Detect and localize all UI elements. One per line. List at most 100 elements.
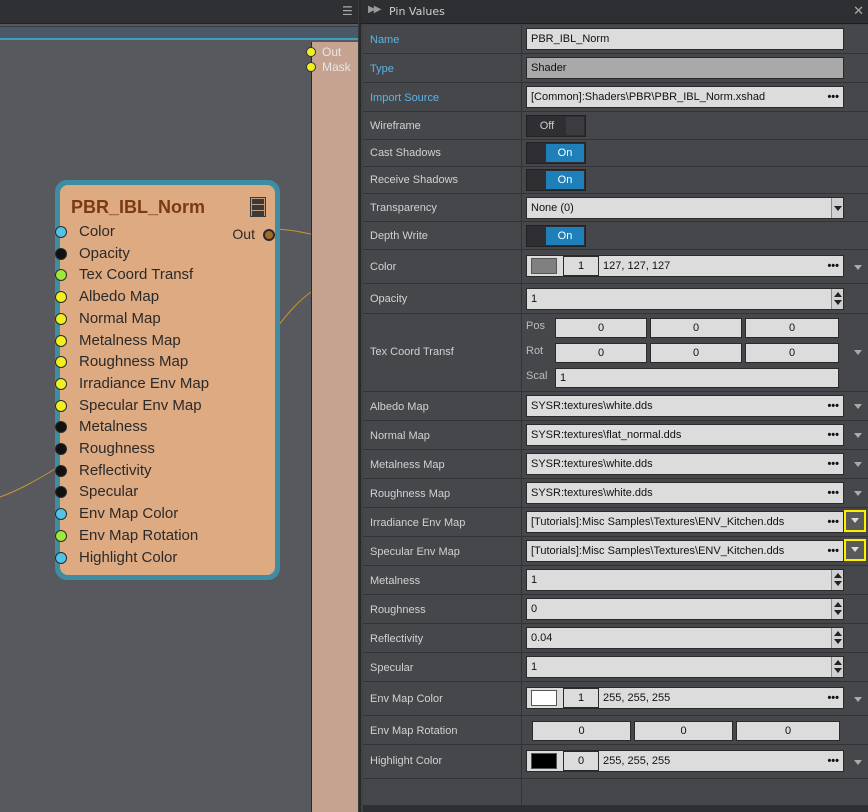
opacity-input[interactable]: 1 (526, 288, 844, 310)
browse-icon[interactable]: ••• (827, 425, 839, 445)
node-graph-canvas[interactable]: ☰ Out Mask PBR_IBL_Norm Out Color Opacity… (0, 0, 358, 812)
alpha-value[interactable]: 1 (563, 256, 599, 276)
albedo-map-field[interactable]: SYSR:textures\white.dds ••• (526, 395, 844, 417)
color-field[interactable]: 1 127, 127, 127 ••• (526, 255, 844, 277)
browse-icon[interactable]: ••• (827, 512, 839, 532)
chevron-down-icon[interactable] (831, 198, 843, 218)
alpha-value[interactable]: 0 (563, 751, 599, 771)
node-output-pin[interactable] (263, 229, 275, 241)
rotation-y-input[interactable]: 0 (634, 721, 733, 741)
input-pin[interactable] (55, 508, 67, 521)
node-collapse-icon[interactable] (250, 197, 266, 217)
color-picker-icon[interactable]: ••• (827, 688, 839, 708)
receive-shadows-toggle[interactable]: On (526, 169, 586, 191)
metalness-map-field[interactable]: SYSR:textures\white.dds ••• (526, 453, 844, 475)
color-swatch[interactable] (531, 690, 557, 706)
input-pin[interactable] (55, 269, 67, 282)
color-picker-icon[interactable]: ••• (827, 256, 839, 276)
input-pin[interactable] (55, 464, 67, 477)
input-pin[interactable] (55, 486, 67, 499)
normal-map-value: SYSR:textures\flat_normal.dds (531, 429, 682, 441)
import-source-field[interactable]: [Common]:Shaders\PBR\PBR_IBL_Norm.xshad … (526, 86, 844, 108)
depth-write-toggle[interactable]: On (526, 225, 586, 247)
pos-z-input[interactable]: 0 (745, 318, 839, 338)
spinner-icon[interactable] (831, 657, 843, 677)
chevron-down-icon[interactable] (844, 510, 866, 532)
spinner-icon[interactable] (831, 289, 843, 309)
rotation-z-input[interactable]: 0 (736, 721, 840, 741)
rot-x-input[interactable]: 0 (555, 343, 647, 363)
normal-map-field[interactable]: SYSR:textures\flat_normal.dds ••• (526, 424, 844, 446)
wireframe-toggle[interactable]: Off (526, 115, 586, 137)
spinner-icon[interactable] (831, 628, 843, 648)
chevron-down-icon[interactable] (854, 462, 862, 467)
input-pin[interactable] (55, 247, 67, 260)
chevron-down-icon[interactable] (854, 697, 862, 702)
node-title: PBR_IBL_Norm (71, 197, 206, 217)
chevron-down-icon[interactable] (854, 760, 862, 765)
shader-node[interactable]: PBR_IBL_Norm Out Color Opacity Tex Coord T… (55, 180, 280, 580)
rot-z-input[interactable]: 0 (745, 343, 839, 363)
rotation-x-input[interactable]: 0 (532, 721, 631, 741)
output-node-body[interactable] (311, 42, 358, 812)
cast-shadows-toggle[interactable]: On (526, 142, 586, 164)
row-label: Specular (370, 662, 414, 674)
input-pin[interactable] (55, 529, 67, 542)
alpha-value[interactable]: 1 (563, 688, 599, 708)
input-pin[interactable] (55, 356, 67, 369)
input-pin-label: Specular (79, 483, 139, 501)
row-label: Transparency (370, 202, 437, 214)
input-pin[interactable] (55, 551, 67, 564)
input-pin[interactable] (55, 312, 67, 325)
close-icon[interactable]: ✕ (853, 4, 864, 19)
color-swatch[interactable] (531, 753, 557, 769)
scal-input[interactable]: 1 (555, 368, 839, 388)
transparency-select[interactable]: None (0) (526, 197, 844, 219)
row-reflectivity: Reflectivity 0.04 (363, 624, 868, 653)
env-map-color-field[interactable]: 1 255, 255, 255 ••• (526, 687, 844, 709)
roughness-map-field[interactable]: SYSR:textures\white.dds ••• (526, 482, 844, 504)
row-label: Depth Write (370, 230, 428, 242)
panel-expand-icon[interactable]: ▶▶ (368, 4, 381, 15)
row-label: Metalness Map (370, 459, 445, 471)
spinner-icon[interactable] (831, 599, 843, 619)
toggle-state: On (546, 144, 584, 162)
color-picker-icon[interactable]: ••• (827, 751, 839, 771)
browse-icon[interactable]: ••• (827, 87, 839, 107)
row-depth-write: Depth Write On (363, 222, 868, 250)
input-pin[interactable] (55, 399, 67, 412)
irradiance-env-map-field[interactable]: [Tutorials]:Misc Samples\Textures\ENV_Ki… (526, 511, 844, 533)
input-pin[interactable] (55, 421, 67, 434)
input-pin[interactable] (55, 226, 67, 238)
input-pin[interactable] (55, 377, 67, 390)
name-input[interactable]: PBR_IBL_Norm (526, 28, 844, 50)
input-pin[interactable] (55, 443, 67, 455)
output-pin-out[interactable] (306, 47, 316, 57)
metalness-input[interactable]: 1 (526, 569, 844, 591)
chevron-down-icon[interactable] (854, 350, 862, 355)
specular-env-map-field[interactable]: [Tutorials]:Misc Samples\Textures\ENV_Ki… (526, 540, 844, 562)
chevron-down-icon[interactable] (854, 404, 862, 409)
input-pin[interactable] (55, 334, 67, 347)
pos-x-input[interactable]: 0 (555, 318, 647, 338)
chevron-down-icon[interactable] (854, 433, 862, 438)
chevron-down-icon[interactable] (854, 491, 862, 496)
reflectivity-input[interactable]: 0.04 (526, 627, 844, 649)
input-pin[interactable] (55, 291, 67, 304)
specular-input[interactable]: 1 (526, 656, 844, 678)
chevron-down-icon[interactable] (844, 539, 866, 561)
output-pin-mask[interactable] (306, 62, 316, 72)
input-pin-label: Roughness (79, 440, 155, 457)
spinner-icon[interactable] (831, 570, 843, 590)
browse-icon[interactable]: ••• (827, 396, 839, 416)
roughness-input[interactable]: 0 (526, 598, 844, 620)
chevron-down-icon[interactable] (854, 265, 862, 270)
pos-y-input[interactable]: 0 (650, 318, 742, 338)
browse-icon[interactable]: ••• (827, 454, 839, 474)
highlight-color-field[interactable]: 0 255, 255, 255 ••• (526, 750, 844, 772)
rot-y-input[interactable]: 0 (650, 343, 742, 363)
row-label: Env Map Color (370, 693, 443, 705)
browse-icon[interactable]: ••• (827, 483, 839, 503)
browse-icon[interactable]: ••• (827, 541, 839, 561)
color-swatch[interactable] (531, 258, 557, 274)
